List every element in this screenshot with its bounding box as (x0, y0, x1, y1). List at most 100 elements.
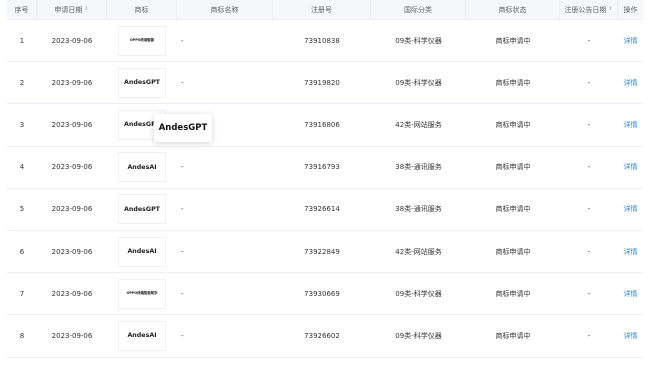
cell-action: 详情 (618, 273, 643, 314)
table-row: 2 2023-09-06 AndesGPT - 73919820 09类-科学仪… (7, 62, 643, 105)
trademark-logo[interactable]: AndesGPT (118, 194, 166, 225)
cell-reg-no: 73916806 (304, 120, 340, 129)
cell-index: 6 (19, 247, 25, 256)
detail-link[interactable]: 详情 (624, 36, 638, 46)
cell-class: 09类-科学仪器 (395, 289, 442, 298)
cell-class: 09类-科学仪器 (395, 36, 442, 45)
detail-link[interactable]: 详情 (624, 78, 638, 88)
cell-mark-name: - (181, 331, 184, 340)
table-row: 8 2023-09-06 AndesAI - 73926602 09类-科学仪器… (7, 315, 643, 358)
header-index: 序号 (7, 0, 37, 19)
detail-link[interactable]: 详情 (624, 120, 638, 130)
cell-index: 4 (19, 163, 25, 172)
trademark-logo[interactable]: AndesAI (118, 320, 166, 351)
cell-reg-no: 73930669 (304, 289, 340, 298)
cell-reg-no: 73910838 (304, 36, 340, 45)
cell-mark-name: - (181, 205, 184, 214)
cell-status: 商标申请中 (495, 120, 531, 129)
cell-announce-date: - (587, 247, 591, 256)
cell-status: 商标申请中 (495, 163, 531, 172)
cell-index: 5 (19, 205, 25, 214)
header-announce-date[interactable]: 注册公告日期 ⇕ (560, 0, 618, 19)
header-mark-name: 商标名称 (177, 0, 273, 19)
cell-logo: OPPO终端智能助手 (107, 273, 177, 314)
cell-status: 商标申请中 (495, 289, 531, 298)
cell-logo: AndesGPT (107, 189, 177, 230)
table-row: 5 2023-09-06 AndesGPT - 73926614 38类-通讯服… (7, 189, 643, 231)
cell-action: 详情 (618, 231, 643, 272)
detail-link[interactable]: 详情 (624, 162, 638, 172)
cell-class: 09类-科学仪器 (395, 78, 442, 87)
cell-class: 42类-网站服务 (395, 120, 442, 129)
cell-action: 详情 (618, 189, 643, 230)
cell-mark-name: - (181, 36, 184, 45)
cell-announce-date: - (587, 289, 591, 298)
table-header: 序号 申请日期 ⇕ 商标 商标名称 注册号 国际分类 商标状态 注册公告日期 ⇕ 操… (7, 0, 643, 20)
table-row: 4 2023-09-06 AndesAI - 73916793 38类-通讯服务… (7, 147, 643, 189)
cell-index: 8 (19, 331, 25, 340)
detail-link[interactable]: 详情 (624, 247, 638, 257)
cell-class: 38类-通讯服务 (395, 205, 442, 214)
sort-icon[interactable]: ⇕ (84, 7, 88, 12)
cell-reg-no: 73922849 (304, 247, 340, 256)
trademark-logo[interactable]: AndesAI (118, 236, 166, 267)
cell-date: 2023-09-06 (51, 163, 93, 172)
detail-link[interactable]: 详情 (624, 331, 638, 341)
table-row: 3 2023-09-06 AndesGPT - 73916806 42类-网站服… (7, 104, 643, 147)
sort-icon[interactable]: ⇕ (608, 7, 612, 12)
cell-logo: AndesGPT (107, 62, 177, 103)
cell-logo: AndesAI (107, 231, 177, 272)
table-row: 6 2023-09-06 AndesAI - 73922849 42类-网站服务… (7, 231, 643, 274)
detail-link[interactable]: 详情 (624, 204, 638, 214)
trademark-table: 序号 申请日期 ⇕ 商标 商标名称 注册号 国际分类 商标状态 注册公告日期 ⇕ 操… (7, 0, 643, 358)
header-mark: 商标 (107, 0, 177, 19)
cell-date: 2023-09-06 (51, 36, 93, 45)
table-row: 1 2023-09-06 OPPO终端智能 - 73910838 09类-科学仪… (7, 20, 643, 63)
detail-link[interactable]: 详情 (624, 289, 638, 299)
trademark-logo[interactable]: AndesGPT (118, 67, 166, 98)
table-row: 7 2023-09-06 OPPO终端智能助手 - 73930669 09类-科… (7, 273, 643, 316)
cell-reg-no: 73916793 (304, 163, 340, 172)
cell-mark-name: - (181, 78, 184, 87)
cell-status: 商标申请中 (495, 205, 531, 214)
cell-date: 2023-09-06 (51, 78, 93, 87)
cell-mark-name: - (181, 163, 184, 172)
cell-class: 42类-网站服务 (395, 247, 442, 256)
cell-announce-date: - (587, 163, 591, 172)
cell-reg-no: 73926602 (304, 331, 340, 340)
cell-action: 详情 (618, 62, 643, 103)
cell-announce-date: - (587, 36, 591, 45)
cell-reg-no: 73919820 (304, 78, 340, 87)
cell-class: 09类-科学仪器 (395, 331, 442, 340)
cell-status: 商标申请中 (495, 331, 531, 340)
trademark-logo[interactable]: OPPO终端智能助手 (118, 278, 166, 309)
header-action: 操作 (623, 5, 638, 14)
cell-action: 详情 (618, 104, 643, 145)
cell-index: 7 (19, 289, 25, 298)
cell-announce-date: - (587, 120, 591, 129)
cell-date: 2023-09-06 (51, 331, 93, 340)
logo-hover-popup: AndesGPT (154, 114, 212, 142)
cell-index: 1 (19, 36, 25, 45)
cell-index: 2 (19, 78, 25, 87)
header-status: 商标状态 (466, 0, 560, 19)
cell-action: 详情 (618, 147, 643, 188)
cell-logo: OPPO终端智能 (107, 20, 177, 61)
trademark-logo[interactable]: AndesAI (118, 152, 166, 183)
cell-reg-no: 73926614 (304, 205, 340, 214)
cell-status: 商标申请中 (495, 36, 531, 45)
cell-announce-date: - (587, 205, 591, 214)
cell-date: 2023-09-06 (51, 289, 93, 298)
cell-logo: AndesAI (107, 147, 177, 188)
cell-announce-date: - (587, 78, 591, 87)
cell-date: 2023-09-06 (51, 247, 93, 256)
cell-class: 38类-通讯服务 (395, 163, 442, 172)
cell-index: 3 (19, 120, 25, 129)
cell-mark-name: - (181, 289, 184, 298)
trademark-logo[interactable]: OPPO终端智能 (118, 25, 166, 56)
cell-date: 2023-09-06 (51, 205, 93, 214)
cell-announce-date: - (587, 331, 591, 340)
cell-logo: AndesAI (107, 315, 177, 356)
header-reg-no: 注册号 (273, 0, 371, 19)
header-apply-date[interactable]: 申请日期 ⇕ (37, 0, 107, 19)
